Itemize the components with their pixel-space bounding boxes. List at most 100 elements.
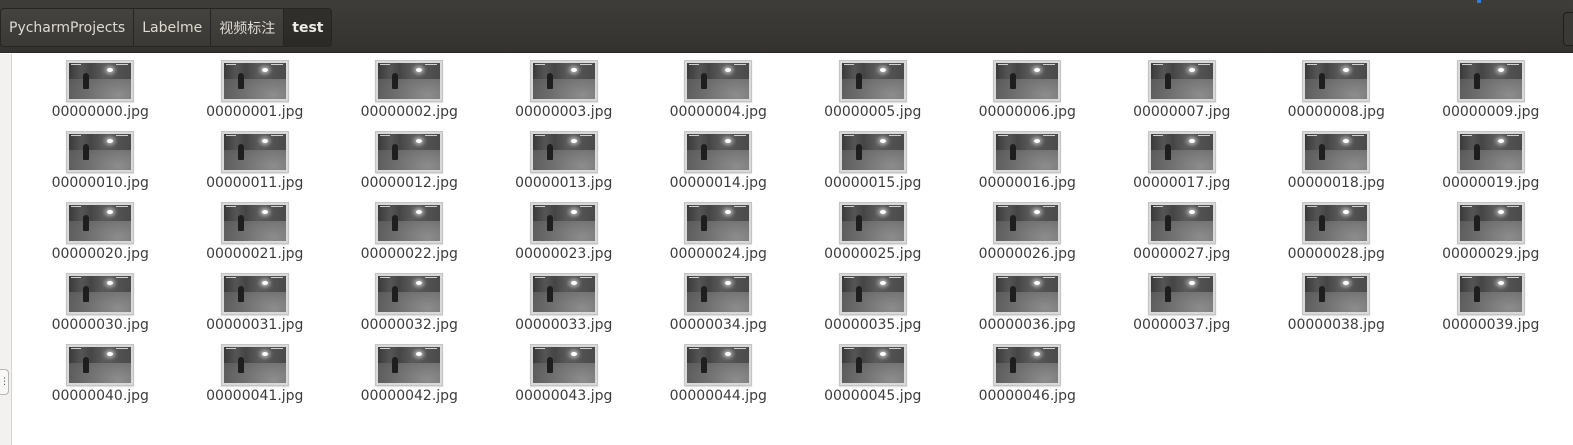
image-thumbnail-icon [375, 131, 444, 173]
file-name-label: 00000018.jpg [1287, 175, 1385, 191]
image-thumbnail-icon [529, 60, 598, 102]
image-thumbnail-icon [220, 131, 289, 173]
breadcrumb-item-pycharmprojects[interactable]: PycharmProjects [0, 8, 135, 47]
file-item[interactable]: 00000001.jpg [178, 60, 333, 131]
image-thumbnail-icon [684, 60, 753, 102]
file-item[interactable]: 00000023.jpg [487, 202, 642, 273]
file-name-label: 00000034.jpg [669, 317, 767, 333]
file-name-label: 00000041.jpg [206, 388, 304, 404]
file-item[interactable]: 00000038.jpg [1259, 273, 1414, 344]
image-thumbnail-icon [1302, 60, 1371, 102]
image-thumbnail-icon [66, 202, 135, 244]
file-name-label: 00000002.jpg [360, 104, 458, 120]
file-name-label: 00000020.jpg [51, 246, 149, 262]
file-item[interactable]: 00000006.jpg [950, 60, 1105, 131]
file-name-label: 00000006.jpg [978, 104, 1076, 120]
file-item[interactable]: 00000019.jpg [1414, 131, 1569, 202]
file-item[interactable]: 00000008.jpg [1259, 60, 1414, 131]
file-item[interactable]: 00000009.jpg [1414, 60, 1569, 131]
file-name-label: 00000035.jpg [824, 317, 922, 333]
file-name-label: 00000011.jpg [206, 175, 304, 191]
file-name-label: 00000012.jpg [360, 175, 458, 191]
file-name-label: 00000038.jpg [1287, 317, 1385, 333]
file-item[interactable]: 00000025.jpg [796, 202, 951, 273]
image-thumbnail-icon [684, 202, 753, 244]
file-item[interactable]: 00000036.jpg [950, 273, 1105, 344]
image-thumbnail-icon [66, 273, 135, 315]
image-thumbnail-icon [375, 202, 444, 244]
file-item[interactable]: 00000011.jpg [178, 131, 333, 202]
file-item[interactable]: 00000031.jpg [178, 273, 333, 344]
file-item[interactable]: 00000016.jpg [950, 131, 1105, 202]
file-item[interactable]: 00000013.jpg [487, 131, 642, 202]
image-thumbnail-icon [220, 273, 289, 315]
file-item[interactable]: 00000015.jpg [796, 131, 951, 202]
file-item[interactable]: 00000042.jpg [332, 344, 487, 415]
file-item[interactable]: 00000032.jpg [332, 273, 487, 344]
file-item[interactable]: 00000029.jpg [1414, 202, 1569, 273]
image-thumbnail-icon [529, 131, 598, 173]
file-item[interactable]: 00000037.jpg [1105, 273, 1260, 344]
file-item[interactable]: 00000026.jpg [950, 202, 1105, 273]
image-thumbnail-icon [66, 60, 135, 102]
file-item[interactable]: 00000028.jpg [1259, 202, 1414, 273]
file-item[interactable]: 00000041.jpg [178, 344, 333, 415]
file-item[interactable]: 00000003.jpg [487, 60, 642, 131]
image-thumbnail-icon [529, 273, 598, 315]
image-thumbnail-icon [1302, 202, 1371, 244]
file-item[interactable]: 00000039.jpg [1414, 273, 1569, 344]
file-name-label: 00000027.jpg [1133, 246, 1231, 262]
file-item[interactable]: 00000045.jpg [796, 344, 951, 415]
file-item[interactable]: 00000005.jpg [796, 60, 951, 131]
pane-resize-handle-icon[interactable]: ⋮ [0, 369, 9, 395]
breadcrumb-item-labelme[interactable]: Labelme [133, 8, 212, 47]
file-item[interactable]: 00000012.jpg [332, 131, 487, 202]
file-item[interactable]: 00000021.jpg [178, 202, 333, 273]
image-thumbnail-icon [993, 344, 1062, 386]
file-item[interactable]: 00000010.jpg [23, 131, 178, 202]
file-item[interactable]: 00000022.jpg [332, 202, 487, 273]
file-item[interactable]: 00000027.jpg [1105, 202, 1260, 273]
accent-marker [1477, 0, 1481, 3]
image-thumbnail-icon [1147, 131, 1216, 173]
breadcrumb-item-video-annotation[interactable]: 视频标注 [210, 8, 285, 47]
image-thumbnail-icon [1456, 131, 1525, 173]
file-item[interactable]: 00000035.jpg [796, 273, 951, 344]
file-item[interactable]: 00000004.jpg [641, 60, 796, 131]
file-item[interactable]: 00000017.jpg [1105, 131, 1260, 202]
file-item[interactable]: 00000033.jpg [487, 273, 642, 344]
file-name-label: 00000007.jpg [1133, 104, 1231, 120]
file-item[interactable]: 00000024.jpg [641, 202, 796, 273]
image-thumbnail-icon [1456, 60, 1525, 102]
file-item[interactable]: 00000043.jpg [487, 344, 642, 415]
file-name-label: 00000024.jpg [669, 246, 767, 262]
image-thumbnail-icon [993, 202, 1062, 244]
file-name-label: 00000037.jpg [1133, 317, 1231, 333]
file-name-label: 00000015.jpg [824, 175, 922, 191]
file-item[interactable]: 00000044.jpg [641, 344, 796, 415]
image-thumbnail-icon [375, 273, 444, 315]
image-thumbnail-icon [1147, 202, 1216, 244]
file-name-label: 00000022.jpg [360, 246, 458, 262]
file-item[interactable]: 00000046.jpg [950, 344, 1105, 415]
file-name-label: 00000045.jpg [824, 388, 922, 404]
image-thumbnail-icon [1302, 273, 1371, 315]
header-edge-button[interactable] [1563, 12, 1573, 46]
image-thumbnail-icon [220, 60, 289, 102]
image-thumbnail-icon [1456, 202, 1525, 244]
breadcrumb-item-test[interactable]: test [283, 8, 333, 47]
file-item[interactable]: 00000018.jpg [1259, 131, 1414, 202]
file-item[interactable]: 00000034.jpg [641, 273, 796, 344]
file-item[interactable]: 00000040.jpg [23, 344, 178, 415]
image-thumbnail-icon [1147, 273, 1216, 315]
file-item[interactable]: 00000020.jpg [23, 202, 178, 273]
file-item[interactable]: 00000014.jpg [641, 131, 796, 202]
file-item[interactable]: 00000002.jpg [332, 60, 487, 131]
file-item[interactable]: 00000007.jpg [1105, 60, 1260, 131]
file-name-label: 00000014.jpg [669, 175, 767, 191]
file-name-label: 00000013.jpg [515, 175, 613, 191]
file-item[interactable]: 00000030.jpg [23, 273, 178, 344]
file-item[interactable]: 00000000.jpg [23, 60, 178, 131]
image-thumbnail-icon [684, 344, 753, 386]
file-name-label: 00000005.jpg [824, 104, 922, 120]
